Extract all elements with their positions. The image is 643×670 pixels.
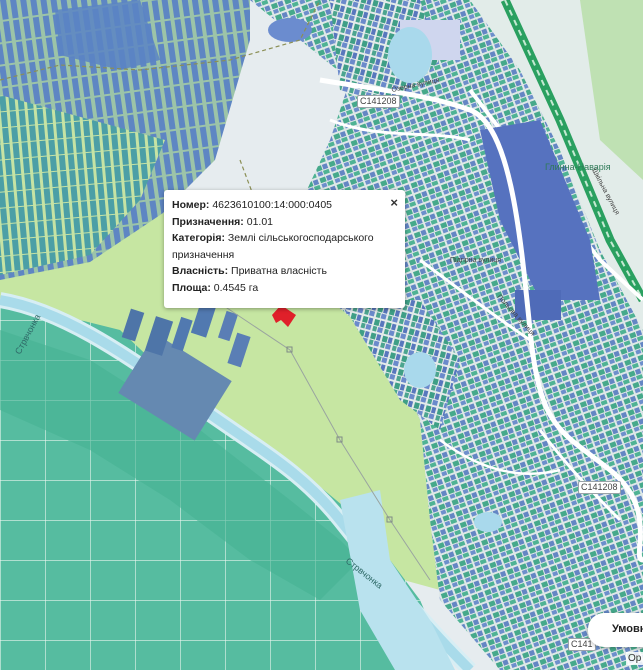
ownership-value: Приватна власність (231, 265, 327, 277)
popup-ownership-row: Власність: Приватна власність (172, 263, 383, 280)
ownership-label: Власність: (172, 265, 229, 277)
popup-area-row: Площа: 0.4545 га (172, 280, 383, 297)
popup-purpose-row: Призначення: 01.01 (172, 214, 383, 231)
station-label: Глинна-Наварія (545, 162, 611, 172)
cadastral-map[interactable]: Стрвчонка Стрвчонка Глинна-Наварія Озерн… (0, 0, 643, 670)
purpose-label: Призначення: (172, 215, 244, 228)
road-shield-c141208-right: C141208 (578, 481, 621, 494)
number-value: 4623610100:14:000:0405 (212, 199, 333, 211)
number-label: Номер: (172, 199, 210, 211)
area-value: 0.4545 га (213, 281, 259, 294)
popup-category-row: Категорія: Землі сільськогосподарського … (172, 230, 383, 263)
parcel-info-popup: × Номер: 4623610100:14:000:0405 Призначе… (164, 190, 405, 308)
purpose-value: 01.01 (246, 215, 274, 228)
close-icon[interactable]: × (390, 196, 398, 209)
road-shield-c141208-top: C141208 (357, 95, 400, 108)
street-label-4: Підгірна вулиця (450, 256, 501, 264)
corner-label: Ор (626, 652, 643, 665)
popup-number-row: Номер: 4623610100:14:000:0405 (172, 197, 383, 214)
area-label: Площа: (172, 281, 211, 294)
category-label: Категорія: (172, 232, 225, 244)
legend-button[interactable]: Умовні (588, 613, 643, 647)
